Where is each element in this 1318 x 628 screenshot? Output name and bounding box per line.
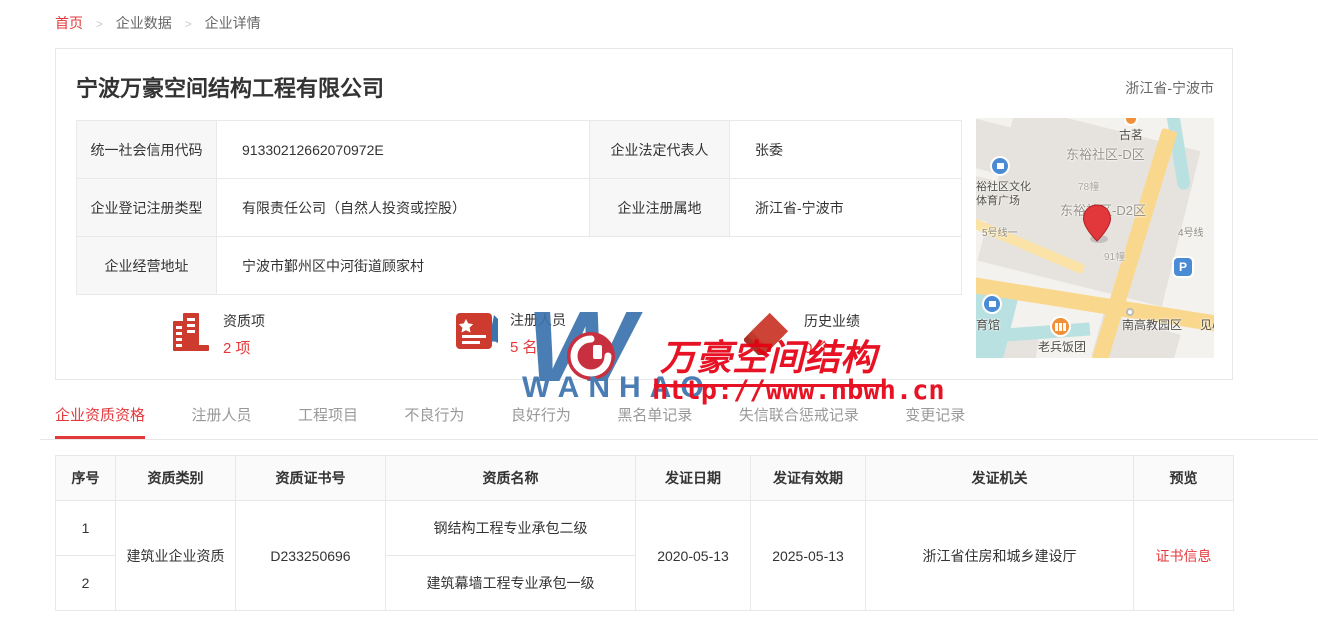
map-gym-icon [984,296,1000,312]
col-cert-no: 资质证书号 [236,456,386,501]
tab-blacklist[interactable]: 黑名单记录 [617,403,692,439]
col-authority: 发证机关 [866,456,1134,501]
breadcrumb-separator: > [185,17,192,31]
map-label-tea: 古茗 [1119,126,1143,143]
col-issue-date: 发证日期 [636,456,751,501]
info-row: 企业经营地址 宁波市鄞州区中河街道顾家村 [77,237,962,295]
stat-value: 0 个 [804,337,860,358]
credit-code-value: 91330212662070972E [217,121,590,179]
stat-registered-staff: 注册人员 5 名 [454,309,566,358]
table-row: 1 建筑业企业资质 D233250696 钢结构工程专业承包二级 2020-05… [56,501,1234,556]
qualification-table: 序号 资质类别 资质证书号 资质名称 发证日期 发证有效期 发证机关 预览 1 … [55,455,1234,611]
detail-tabs: 企业资质资格 注册人员 工程项目 不良行为 良好行为 黑名单记录 失信联合惩戒记… [40,403,1318,440]
stat-value: 2 项 [223,337,265,358]
reg-area-label: 企业注册属地 [590,179,730,237]
map-label-line5: 5号线一 [982,224,1018,239]
map-label-building-78: 78幢 [1078,178,1099,193]
map-label-jianxin: 见心 [1200,316,1214,333]
cell-authority: 浙江省住房和城乡建设厅 [866,501,1134,611]
cell-qual-name-1: 钢结构工程专业承包二级 [386,501,636,556]
watermark-url-text: http://www.nbwh.cn [652,375,945,406]
watermark-brand-text: WANHAO [522,371,713,405]
cell-issue-date: 2020-05-13 [636,501,751,611]
stat-label: 注册人员 [510,310,566,330]
certificate-info-link[interactable]: 证书信息 [1156,548,1212,564]
stat-history-performance: 历史业绩 0 个 [744,309,860,360]
map-label-line4: 4号线 [1178,224,1204,239]
map-parking-icon: P [1174,258,1192,276]
cell-qual-name-2: 建筑幕墙工程专业承包一级 [386,556,636,611]
col-qual-name: 资质名称 [386,456,636,501]
legal-rep-label: 企业法定代表人 [590,121,730,179]
company-region: 浙江省-宁波市 [1125,78,1214,98]
cell-seq-2: 2 [56,556,116,611]
table-header-row: 序号 资质类别 资质证书号 资质名称 发证日期 发证有效期 发证机关 预览 [56,456,1234,501]
stat-qualifications: 资质项 2 项 [169,309,265,360]
map-label-gym: 育馆 [976,316,1000,333]
map-label-south-campus: 南高教园区 [1122,316,1182,333]
breadcrumb-separator: > [96,17,103,31]
map-label-culture-2: 体育广场 [976,192,1020,208]
breadcrumb-enterprise-data[interactable]: 企业数据 [116,15,172,31]
col-expiry-date: 发证有效期 [751,456,866,501]
credit-code-label: 统一社会信用代码 [77,121,217,179]
map-label-restaurant: 老兵饭团 [1038,338,1086,355]
enterprise-detail-page: 首页 > 企业数据 > 企业详情 宁波万豪空间结构工程有限公司 浙江省-宁波市 … [0,0,1318,628]
map-crossing-icon [1126,308,1134,316]
info-row: 统一社会信用代码 91330212662070972E 企业法定代表人 张委 [77,121,962,179]
col-seq: 序号 [56,456,116,501]
map-culture-plaza-icon [992,158,1008,174]
tab-qualifications[interactable]: 企业资质资格 [55,403,145,439]
company-name: 宁波万豪空间结构工程有限公司 [76,71,384,103]
building-icon [169,309,213,360]
tab-dishonesty-records[interactable]: 失信联合惩戒记录 [739,403,859,439]
map-pin-icon [1082,204,1112,249]
stat-label: 资质项 [223,311,265,331]
legal-rep-value: 张委 [730,121,962,179]
stat-label: 历史业绩 [804,311,860,331]
cell-category: 建筑业企业资质 [116,501,236,611]
address-label: 企业经营地址 [77,237,217,295]
cell-cert-no: D233250696 [236,501,386,611]
map-label-district-d: 东裕社区-D区 [1066,144,1145,163]
breadcrumb-home[interactable]: 首页 [55,15,83,31]
reg-area-value: 浙江省-宁波市 [730,179,962,237]
tab-registered-staff[interactable]: 注册人员 [191,403,251,439]
tab-projects[interactable]: 工程项目 [298,403,358,439]
certificate-book-icon [454,309,500,358]
watermark-emblem-icon [566,331,616,381]
breadcrumb-enterprise-detail: 企业详情 [205,15,261,31]
address-value: 宁波市鄞州区中河街道顾家村 [217,237,962,295]
map-label-building-91: 91幢 [1104,248,1125,263]
tab-bad-behavior[interactable]: 不良行为 [404,403,464,439]
layers-icon [744,309,794,360]
map-tea-shop-icon [1126,118,1136,124]
location-map[interactable]: 古茗 东裕社区-D区 78幢 东裕社区-D2区 5号线一 4号线 91幢 P 南… [976,118,1214,358]
map-restaurant-icon [1052,318,1069,335]
cell-expiry-date: 2025-05-13 [751,501,866,611]
company-card: 宁波万豪空间结构工程有限公司 浙江省-宁波市 统一社会信用代码 91330212… [55,48,1233,380]
cell-preview: 证书信息 [1134,501,1234,611]
col-preview: 预览 [1134,456,1234,501]
tab-good-behavior[interactable]: 良好行为 [511,403,571,439]
reg-type-value: 有限责任公司（自然人投资或控股） [217,179,590,237]
col-category: 资质类别 [116,456,236,501]
info-row: 企业登记注册类型 有限责任公司（自然人投资或控股） 企业注册属地 浙江省-宁波市 [77,179,962,237]
stat-value: 5 名 [510,336,566,357]
tab-change-records[interactable]: 变更记录 [905,403,965,439]
company-info-table: 统一社会信用代码 91330212662070972E 企业法定代表人 张委 企… [76,120,962,295]
reg-type-label: 企业登记注册类型 [77,179,217,237]
breadcrumb: 首页 > 企业数据 > 企业详情 [55,13,261,33]
cell-seq-1: 1 [56,501,116,556]
